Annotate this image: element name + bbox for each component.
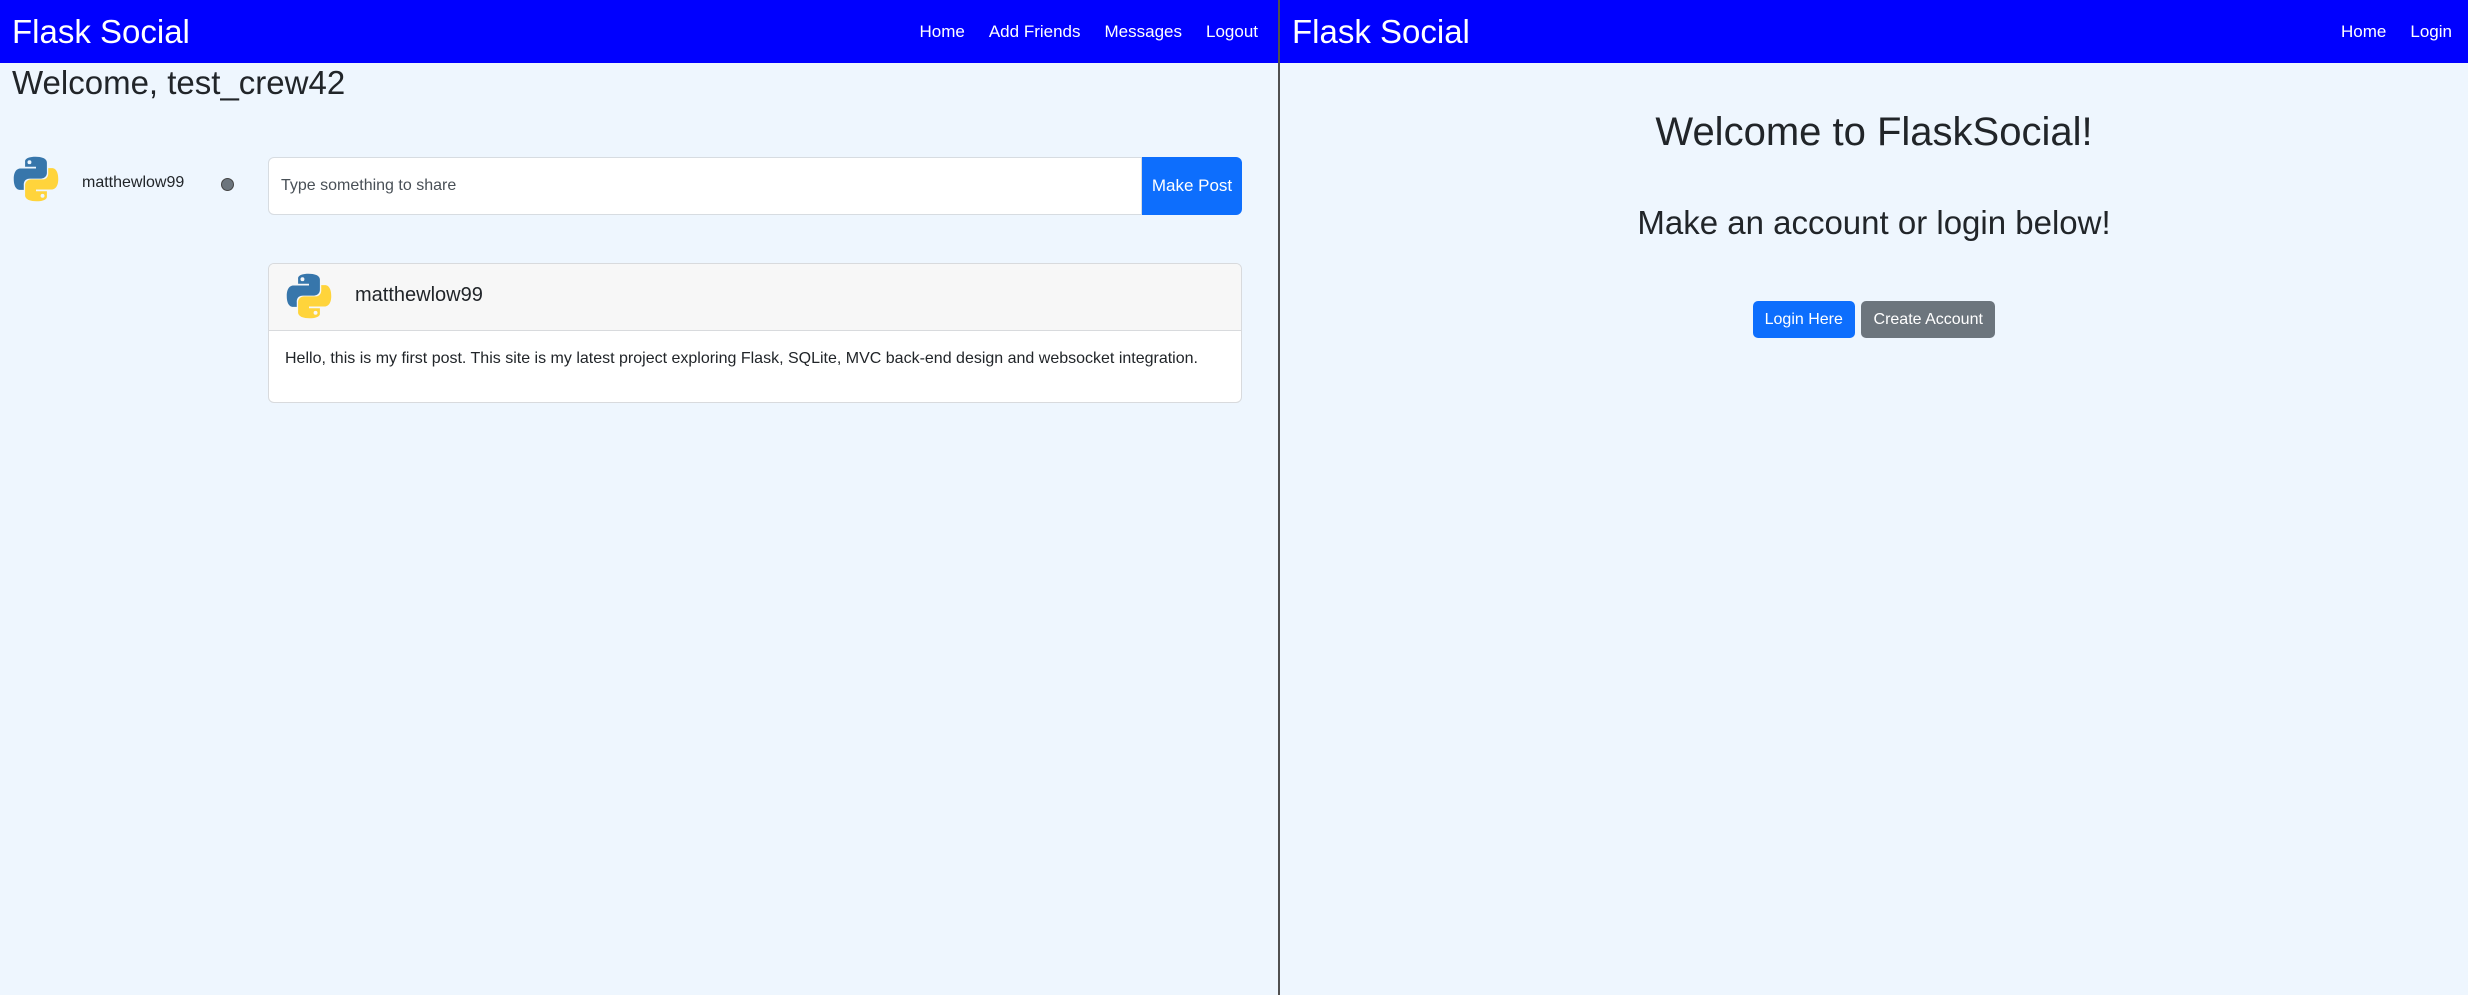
nav-home[interactable]: Home	[2341, 22, 2386, 42]
post-card: matthewlow99 Hello, this is my first pos…	[268, 263, 1242, 403]
logged-out-window: Flask Social Home Login Welcome to Flask…	[1280, 0, 2468, 995]
nav-login[interactable]: Login	[2410, 22, 2452, 42]
status-indicator	[221, 178, 234, 191]
login-button[interactable]: Login Here	[1752, 301, 1855, 338]
online-username: matthewlow99	[82, 174, 185, 191]
landing-subtitle: Make an account or login below!	[1637, 204, 2111, 241]
logged-in-window: Flask Social Home Add Friends Messages L…	[0, 0, 1278, 995]
auth-buttons: Login Here Create Account	[1280, 301, 2468, 338]
nav-links: Home Add Friends Messages Logout	[895, 0, 1258, 63]
landing-title: Welcome to FlaskSocial!	[1655, 110, 2093, 154]
brand-link[interactable]: Flask Social	[12, 0, 190, 63]
welcome-heading: Welcome, test_crew42	[12, 64, 346, 101]
brand-link[interactable]: Flask Social	[1292, 0, 1470, 63]
python-logo-icon	[13, 156, 59, 202]
navbar: Flask Social Home Add Friends Messages L…	[0, 0, 1278, 63]
nav-messages[interactable]: Messages	[1105, 22, 1182, 42]
create-account-button[interactable]: Create Account	[1861, 301, 1996, 338]
post-header: matthewlow99	[269, 264, 1241, 331]
nav-home[interactable]: Home	[919, 22, 964, 42]
post-author[interactable]: matthewlow99	[355, 284, 483, 307]
post-body: Hello, this is my first post. This site …	[285, 350, 1198, 367]
nav-add-friends[interactable]: Add Friends	[989, 22, 1081, 42]
nav-links: Home Login	[2317, 0, 2452, 63]
python-logo-icon	[286, 273, 332, 319]
online-user-item[interactable]: matthewlow99	[12, 154, 234, 204]
navbar: Flask Social Home Login	[1280, 0, 2468, 63]
post-input[interactable]	[268, 157, 1142, 215]
nav-logout[interactable]: Logout	[1206, 22, 1258, 42]
post-form: Make Post	[268, 157, 1242, 215]
make-post-button[interactable]: Make Post	[1142, 157, 1242, 215]
